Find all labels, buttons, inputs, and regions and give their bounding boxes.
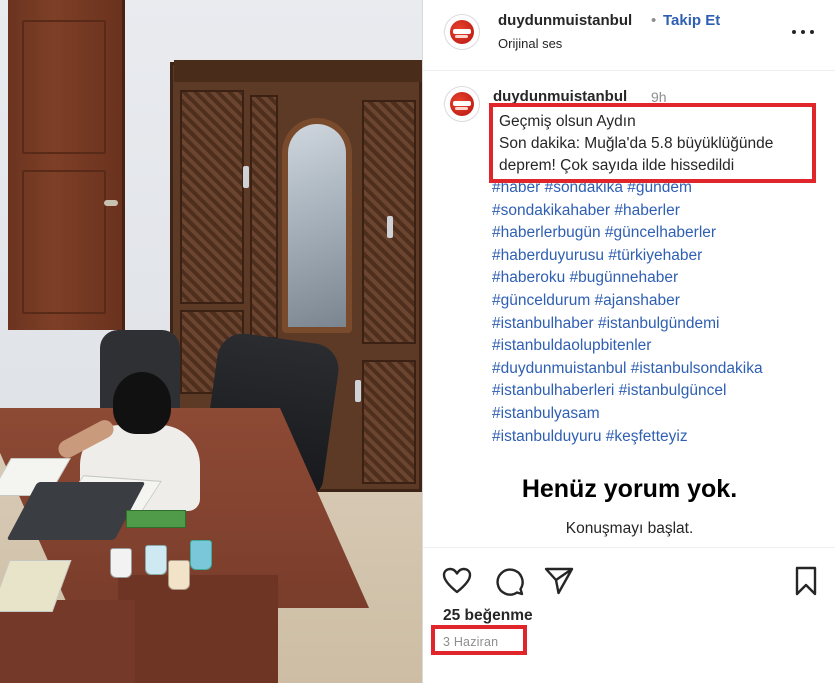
more-options-icon[interactable] [791,22,815,42]
hashtag-line[interactable]: #günceldurum #ajanshaber [492,290,827,313]
post-header: duydunmuistanbul • Takip Et Orijinal ses [423,0,835,71]
heart-icon[interactable] [441,565,473,597]
audio-label[interactable]: Orijinal ses [498,36,562,51]
caption-line: Son dakika: Muğla'da 5.8 büyüklüğünde [499,135,774,152]
start-conversation-link[interactable]: Konuşmayı başlat. [423,520,835,538]
no-comments-title: Henüz yorum yok. [521,475,738,503]
separator-dot: • [651,12,657,29]
hashtag-line[interactable]: #sondakikahaber #haberler [492,200,827,223]
hashtag-line[interactable]: #haberoku #bugünnehaber [492,267,827,290]
post-media[interactable] [0,0,422,683]
profile-avatar[interactable] [444,14,480,50]
hashtag-line[interactable]: #istanbulhaberleri #istanbulgüncel [492,380,827,403]
caption-line: Geçmiş olsun Aydın [499,113,636,130]
hashtag-line[interactable]: #haberlerbugün #güncelhaberler [492,222,827,245]
post-panel: duydunmuistanbul • Takip Et Orijinal ses… [422,0,835,683]
hashtag-line[interactable]: #istanbulhaber #istanbulgündemi [492,313,827,336]
hashtag-line[interactable]: #istanbuldaolupbitenler [492,335,827,358]
send-icon[interactable] [543,565,575,597]
post-date[interactable]: 3 Haziran [443,635,498,649]
hashtag-line[interactable]: #duydunmuistanbul #istanbulsondakika [492,358,827,381]
comment-icon[interactable] [493,565,525,597]
hashtag-list: #haber #sondakika #gündem #sondakikahabe… [492,177,827,448]
post-username[interactable]: duydunmuistanbul [498,12,632,29]
bookmark-icon[interactable] [790,565,822,597]
caption-line: deprem! Çok sayıda ilde hissedildi [499,157,735,174]
media-door [8,0,125,330]
like-count[interactable]: 25 beğenme [443,607,533,625]
follow-button[interactable]: Takip Et [663,12,720,29]
hashtag-line[interactable]: #haberduyurusu #türkiyehaber [492,245,827,268]
hashtag-line[interactable]: #istanbulyasam [492,403,827,426]
post-date-highlight: 3 Haziran [431,625,527,655]
post-actions: 25 beğenme 3 Haziran [423,547,835,684]
caption-avatar[interactable] [444,86,480,122]
media-mirror [282,118,352,333]
highlighted-caption-text: Geçmiş olsun Aydın Son dakika: Muğla'da … [489,103,816,183]
hashtag-line[interactable]: #istanbulduyuru #keşfetteyiz [492,426,827,449]
